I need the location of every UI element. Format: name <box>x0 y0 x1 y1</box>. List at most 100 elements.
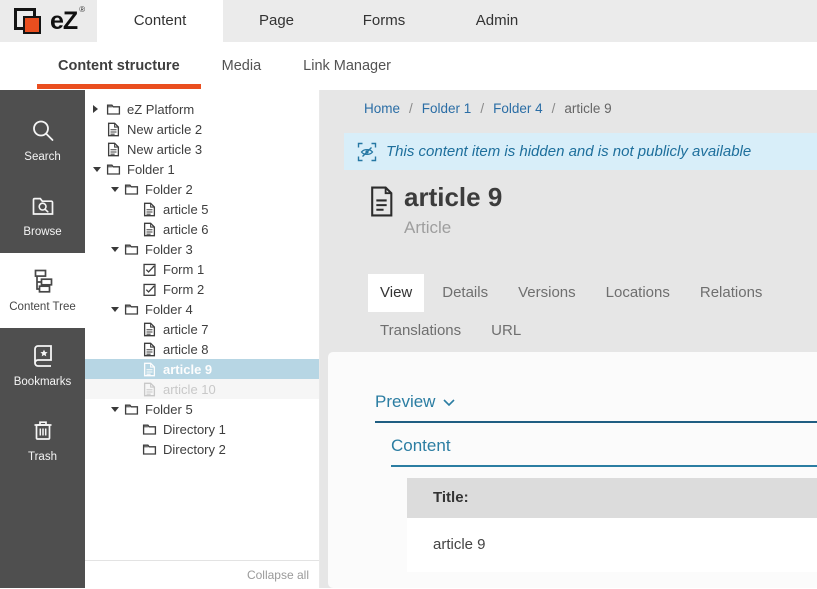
ez-logo[interactable]: eZ® <box>0 0 97 42</box>
article-icon <box>142 322 157 337</box>
tab-view[interactable]: View <box>368 274 424 312</box>
tree-item-article-10[interactable]: article 10 <box>85 379 319 399</box>
article-icon <box>142 362 157 377</box>
breadcrumb-home[interactable]: Home <box>364 101 400 116</box>
tree-item-directory-1[interactable]: Directory 1 <box>85 419 319 439</box>
subnav-media[interactable]: Media <box>201 42 283 90</box>
collapse-arrow-icon[interactable] <box>111 307 124 312</box>
breadcrumb-folder-4[interactable]: Folder 4 <box>493 101 543 116</box>
form-icon <box>142 282 157 297</box>
ez-logo-icon <box>13 5 45 37</box>
tree-item-ez-platform[interactable]: eZ Platform <box>85 99 319 119</box>
page-title: article 9 <box>404 182 502 213</box>
top-tab-content[interactable]: Content <box>97 0 223 42</box>
breadcrumb-folder-1[interactable]: Folder 1 <box>422 101 472 116</box>
folder-icon <box>106 102 121 117</box>
preview-toggle[interactable]: Preview <box>375 392 455 412</box>
top-tab-admin[interactable]: Admin <box>438 0 556 42</box>
content-section-heading: Content <box>391 436 451 456</box>
expand-arrow-icon[interactable] <box>93 105 106 113</box>
content-tabs: View Details Versions Locations Relation… <box>368 274 817 350</box>
rail-item-label: Bookmarks <box>14 376 72 388</box>
tree-item-new-article-2[interactable]: New article 2 <box>85 119 319 139</box>
field-value: article 9 <box>407 518 817 572</box>
side-rail: Search Browse Content Tree Bookmarks Tra… <box>0 90 85 588</box>
collapse-arrow-icon[interactable] <box>111 407 124 412</box>
top-tab-forms[interactable]: Forms <box>330 0 438 42</box>
hidden-content-alert: This content item is hidden and is not p… <box>344 133 817 170</box>
rail-item-label: Content Tree <box>9 301 75 313</box>
top-bar: eZ® Content Page Forms Admin <box>0 0 817 42</box>
tree-item-folder-3[interactable]: Folder 3 <box>85 239 319 259</box>
rail-item-search[interactable]: Search <box>0 103 85 178</box>
collapse-all-button[interactable]: Collapse all <box>85 560 319 588</box>
folder-icon <box>124 242 139 257</box>
folder-icon <box>142 422 157 437</box>
hidden-eye-icon <box>357 142 377 162</box>
article-icon <box>106 122 121 137</box>
rail-item-trash[interactable]: Trash <box>0 403 85 478</box>
top-tab-page[interactable]: Page <box>223 0 330 42</box>
search-icon <box>30 118 56 144</box>
view-panel: Preview Content Title: article 9 <box>328 352 817 588</box>
tree-item-form-1[interactable]: Form 1 <box>85 259 319 279</box>
tree-item-directory-2[interactable]: Directory 2 <box>85 439 319 459</box>
main-area: Home / Folder 1 / Folder 4 / article 9 T… <box>320 90 817 588</box>
rail-item-content-tree[interactable]: Content Tree <box>0 253 85 328</box>
tree-item-form-2[interactable]: Form 2 <box>85 279 319 299</box>
article-icon <box>106 142 121 157</box>
subnav-content-structure[interactable]: Content structure <box>37 42 201 90</box>
tab-locations[interactable]: Locations <box>594 274 682 312</box>
preview-divider <box>375 421 817 423</box>
content-type-label: Article <box>404 218 451 238</box>
breadcrumb-current: article 9 <box>564 101 611 116</box>
rail-item-browse[interactable]: Browse <box>0 178 85 253</box>
tab-versions[interactable]: Versions <box>506 274 588 312</box>
collapse-arrow-icon[interactable] <box>93 167 106 172</box>
tab-url[interactable]: URL <box>479 312 533 350</box>
alert-text: This content item is hidden and is not p… <box>386 143 751 160</box>
trash-icon <box>30 418 56 444</box>
folder-icon <box>106 162 121 177</box>
tree-item-folder-5[interactable]: Folder 5 <box>85 399 319 419</box>
registered-mark: ® <box>79 5 84 14</box>
field-table: Title: article 9 <box>407 478 817 572</box>
ez-logo-text: eZ® <box>50 7 77 36</box>
folder-icon <box>142 442 157 457</box>
folder-icon <box>124 402 139 417</box>
tree-item-article-9[interactable]: article 9 <box>85 359 319 379</box>
top-nav: Content Page Forms Admin <box>97 0 556 42</box>
folder-icon <box>124 182 139 197</box>
tab-relations[interactable]: Relations <box>688 274 775 312</box>
chevron-down-icon <box>443 399 455 406</box>
content-tree-panel: eZ Platform New article 2 New article 3 … <box>85 90 320 588</box>
collapse-arrow-icon[interactable] <box>111 247 124 252</box>
form-icon <box>142 262 157 277</box>
tree-item-new-article-3[interactable]: New article 3 <box>85 139 319 159</box>
tree-item-article-8[interactable]: article 8 <box>85 339 319 359</box>
breadcrumb: Home / Folder 1 / Folder 4 / article 9 <box>364 101 612 116</box>
field-label: Title: <box>407 478 817 518</box>
tree-item-folder-4[interactable]: Folder 4 <box>85 299 319 319</box>
collapse-arrow-icon[interactable] <box>111 187 124 192</box>
tab-details[interactable]: Details <box>430 274 500 312</box>
article-icon <box>142 342 157 357</box>
article-icon <box>142 202 157 217</box>
tab-translations[interactable]: Translations <box>368 312 473 350</box>
tree-item-article-7[interactable]: article 7 <box>85 319 319 339</box>
rail-item-label: Browse <box>23 226 61 238</box>
content-divider <box>391 465 817 467</box>
sub-nav: Content structure Media Link Manager <box>0 42 817 90</box>
subnav-link-manager[interactable]: Link Manager <box>282 42 412 90</box>
tree-item-folder-1[interactable]: Folder 1 <box>85 159 319 179</box>
tree-item-article-6[interactable]: article 6 <box>85 219 319 239</box>
document-icon <box>368 186 395 217</box>
browse-icon <box>30 193 56 219</box>
rail-item-label: Search <box>24 151 60 163</box>
rail-item-label: Trash <box>28 451 57 463</box>
tree-item-article-5[interactable]: article 5 <box>85 199 319 219</box>
bookmarks-icon <box>30 343 56 369</box>
rail-item-bookmarks[interactable]: Bookmarks <box>0 328 85 403</box>
tree-item-folder-2[interactable]: Folder 2 <box>85 179 319 199</box>
folder-icon <box>124 302 139 317</box>
